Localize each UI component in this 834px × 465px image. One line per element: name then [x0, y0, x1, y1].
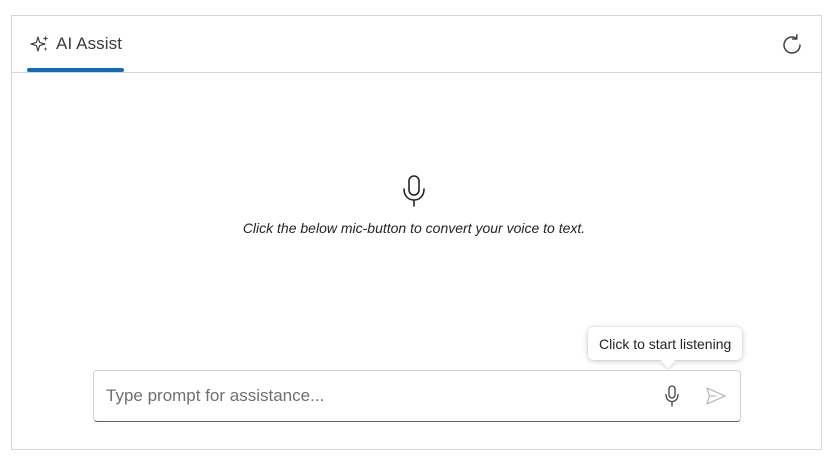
microphone-icon	[664, 385, 680, 407]
mic-tooltip: Click to start listening	[588, 327, 743, 360]
sparkle-icon	[30, 34, 50, 54]
refresh-icon	[780, 33, 804, 57]
send-icon	[705, 386, 727, 406]
panel-header: AI Assist	[12, 16, 821, 73]
tab-label: AI Assist	[56, 34, 123, 53]
prompt-input[interactable]	[106, 371, 636, 421]
mic-button[interactable]	[660, 384, 684, 408]
microphone-icon	[400, 174, 428, 208]
active-tab-indicator	[27, 68, 124, 72]
empty-state-hint: Click the below mic-button to convert yo…	[242, 220, 586, 236]
tab-ai-assist[interactable]: AI Assist	[26, 16, 126, 72]
prompt-container	[93, 370, 741, 422]
ai-assist-panel: AI Assist Click the below mic-button to …	[11, 15, 822, 450]
refresh-button[interactable]	[779, 32, 805, 58]
send-button[interactable]	[704, 384, 728, 408]
